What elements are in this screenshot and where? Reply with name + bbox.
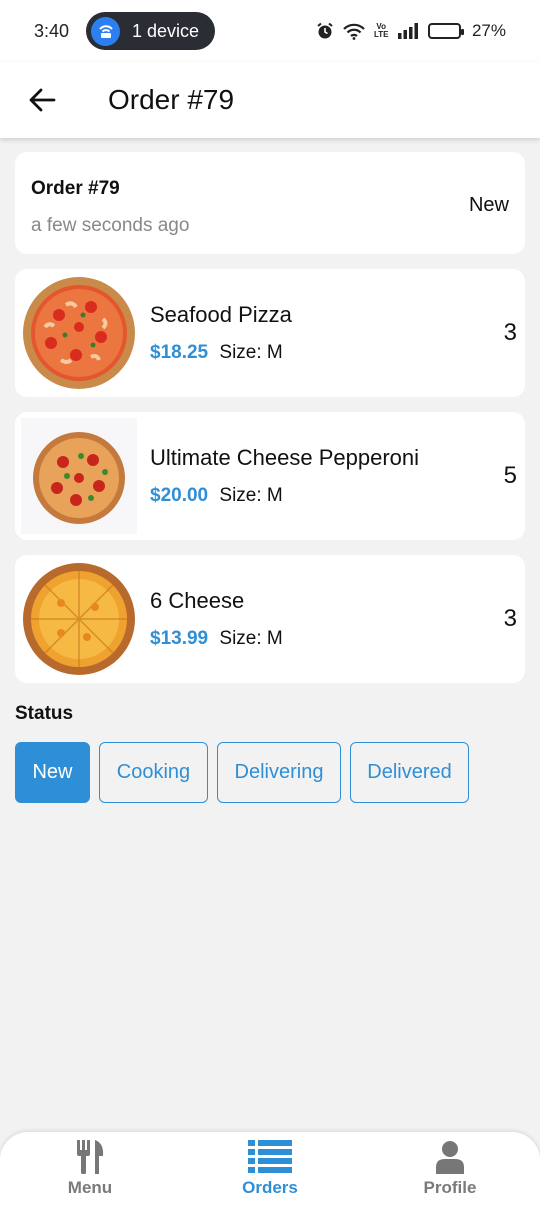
nav-label-menu: Menu (67, 1178, 113, 1197)
status-option-cooking[interactable]: Cooking (99, 742, 208, 803)
item-quantity: 3 (503, 319, 517, 346)
item-size: Size: M (219, 342, 283, 363)
person-icon (436, 1141, 464, 1174)
order-item[interactable]: Seafood Pizza $18.25 Size: M 3 (15, 269, 525, 397)
device-pill[interactable]: 1 device (86, 12, 216, 50)
battery-percent: 27% (471, 21, 506, 40)
order-item[interactable]: 6 Cheese $13.99 Size: M 3 (15, 555, 525, 683)
item-price: $20.00 (150, 485, 209, 506)
nav-item-profile[interactable]: Profile (360, 1132, 540, 1206)
status-option-delivered[interactable]: Delivered (350, 742, 469, 803)
pepperoni-pizza-image (20, 417, 138, 535)
order-item[interactable]: Ultimate Cheese Pepperoni $20.00 Size: M… (15, 412, 525, 540)
status-section-label: Status (15, 703, 74, 724)
hotspot-icon (91, 16, 120, 46)
order-number: Order #79 (31, 178, 120, 199)
order-timestamp: a few seconds ago (31, 215, 190, 236)
alarm-icon (316, 22, 334, 40)
signal-icon (397, 23, 419, 39)
seafood-pizza-image (20, 274, 138, 392)
fork-knife-icon (77, 1140, 104, 1174)
nav-item-menu[interactable]: Menu (0, 1132, 180, 1206)
item-name: Ultimate Cheese Pepperoni (150, 445, 420, 470)
app-bar: Order #79 (0, 62, 540, 138)
page-title: Order #79 (108, 84, 235, 115)
cheese-pizza-image (20, 560, 138, 678)
list-icon (248, 1140, 292, 1173)
status-selector: New Cooking Delivering Delivered (15, 742, 525, 803)
item-price: $13.99 (150, 628, 209, 649)
back-button[interactable] (12, 70, 72, 130)
item-size: Size: M (219, 485, 283, 506)
order-summary-card: Order #79 a few seconds ago New (15, 152, 525, 254)
battery-icon (427, 23, 464, 39)
nav-item-orders[interactable]: Orders (180, 1132, 360, 1206)
volte-indicator: Vo LTE (373, 22, 389, 39)
nav-label-orders: Orders (242, 1178, 298, 1197)
item-quantity: 5 (503, 462, 517, 489)
item-size: Size: M (219, 628, 283, 649)
item-price: $18.25 (150, 342, 209, 363)
status-option-delivering[interactable]: Delivering (217, 742, 341, 803)
order-detail-content: Order #79 a few seconds ago New Seafood … (15, 152, 525, 803)
order-status-badge: New (468, 194, 509, 216)
wifi-icon (343, 23, 365, 40)
status-option-new[interactable]: New (15, 742, 90, 803)
bottom-navigation: Menu Orders Profile (0, 1132, 540, 1206)
status-time: 3:40 (34, 20, 70, 41)
arrow-left-icon (29, 88, 56, 112)
device-pill-label: 1 device (132, 20, 200, 41)
status-bar: 3:40 1 device Vo LTE 27% (0, 0, 540, 62)
item-name: 6 Cheese (150, 588, 245, 613)
item-name: Seafood Pizza (150, 302, 292, 327)
item-quantity: 3 (503, 605, 517, 632)
nav-label-profile: Profile (423, 1178, 477, 1197)
